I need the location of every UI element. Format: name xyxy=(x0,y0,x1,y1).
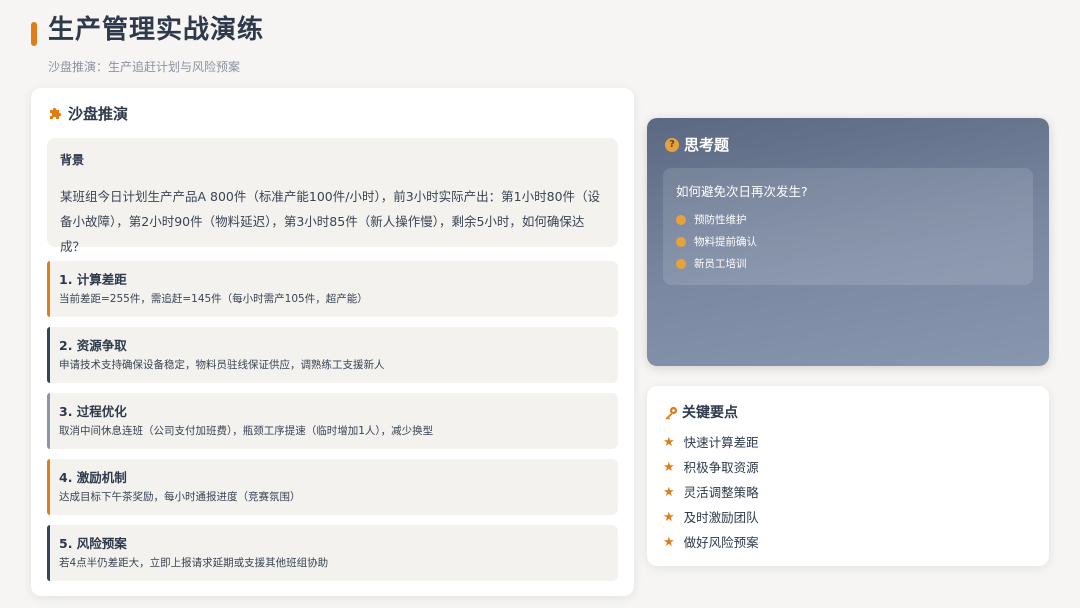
list-item: ★ 快速计算差距 xyxy=(663,430,759,455)
step-item: 4. 激励机制 达成目标下午茶奖励，每小时通报进度（竞赛氛围） xyxy=(47,459,618,515)
list-item: ★ 及时激励团队 xyxy=(663,505,759,530)
thinking-list: 预防性维护 物料提前确认 新员工培训 xyxy=(676,209,1021,275)
key-points-card: 关键要点 ★ 快速计算差距 ★ 积极争取资源 ★ 灵活调整策略 ★ 及时激励团队 ★ 做好… xyxy=(647,386,1049,566)
step-list: 1. 计算差距 当前差距=255件，需追赶=145件（每小时需产105件，超产能… xyxy=(47,261,618,591)
thinking-card: ? 思考题 如何避免次日再次发生? 预防性维护 物料提前确认 新员工培训 xyxy=(647,118,1049,366)
background-text: 某班组今日计划生产产品A 800件（标准产能100件/小时），前3小时实际产出：… xyxy=(60,189,601,254)
list-item-label: 预防性维护 xyxy=(694,214,747,226)
list-item-label: 积极争取资源 xyxy=(683,460,759,475)
thinking-box: 如何避免次日再次发生? 预防性维护 物料提前确认 新员工培训 xyxy=(663,168,1033,285)
list-item-label: 及时激励团队 xyxy=(683,510,759,525)
step-item: 3. 过程优化 取消中间休息连班（公司支付加班费），瓶颈工序提速（临时增加1人）… xyxy=(47,393,618,449)
step-title: 1. 计算差距 xyxy=(59,272,127,287)
title-accent-bar xyxy=(31,22,37,46)
star-icon: ★ xyxy=(663,485,675,500)
list-item: 物料提前确认 xyxy=(676,231,1021,253)
bullet-dot-icon xyxy=(676,215,686,225)
star-icon: ★ xyxy=(663,460,675,475)
step-desc: 当前差距=255件，需追赶=145件（每小时需产105件，超产能） xyxy=(59,293,368,305)
list-item-label: 物料提前确认 xyxy=(694,236,757,248)
list-item: 预防性维护 xyxy=(676,209,1021,231)
sandbox-heading: 沙盘推演 xyxy=(48,104,128,124)
question-circle-icon: ? xyxy=(665,138,679,152)
list-item-label: 快速计算差距 xyxy=(683,435,759,450)
list-item: 新员工培训 xyxy=(676,253,1021,275)
step-title: 4. 激励机制 xyxy=(59,470,127,485)
step-desc: 若4点半仍差距大，立即上报请求延期或支援其他班组协助 xyxy=(59,557,329,569)
sandbox-card: 沙盘推演 背景 某班组今日计划生产产品A 800件（标准产能100件/小时），前… xyxy=(31,88,634,596)
step-desc: 达成目标下午茶奖励，每小时通报进度（竞赛氛围） xyxy=(59,491,301,503)
step-item: 2. 资源争取 申请技术支持确保设备稳定，物料员驻线保证供应，调熟练工支援新人 xyxy=(47,327,618,383)
step-desc: 取消中间休息连班（公司支付加班费），瓶颈工序提速（临时增加1人），减少换型 xyxy=(59,425,434,437)
thinking-question: 如何避免次日再次发生? xyxy=(676,184,808,199)
bullet-dot-icon xyxy=(676,259,686,269)
key-icon xyxy=(663,405,679,421)
key-points-heading-text: 关键要点 xyxy=(682,405,738,421)
list-item-label: 做好风险预案 xyxy=(683,535,759,550)
list-item: ★ 积极争取资源 xyxy=(663,455,759,480)
bullet-dot-icon xyxy=(676,237,686,247)
key-points-heading: 关键要点 xyxy=(663,403,738,423)
puzzle-icon xyxy=(48,106,64,122)
list-item: ★ 灵活调整策略 xyxy=(663,480,759,505)
background-box: 背景 某班组今日计划生产产品A 800件（标准产能100件/小时），前3小时实际… xyxy=(47,138,618,254)
list-item-label: 灵活调整策略 xyxy=(683,485,759,500)
sandbox-heading-text: 沙盘推演 xyxy=(68,105,129,123)
list-item-label: 新员工培训 xyxy=(694,258,747,270)
step-title: 2. 资源争取 xyxy=(59,338,127,353)
key-points-list: ★ 快速计算差距 ★ 积极争取资源 ★ 灵活调整策略 ★ 及时激励团队 ★ 做好风险预案 xyxy=(663,430,759,555)
page-subtitle: 沙盘推演：生产追赶计划与风险预案 xyxy=(48,60,241,74)
step-title: 3. 过程优化 xyxy=(59,404,127,419)
star-icon: ★ xyxy=(663,535,675,550)
step-desc: 申请技术支持确保设备稳定，物料员驻线保证供应，调熟练工支援新人 xyxy=(59,359,385,371)
background-title: 背景 xyxy=(60,153,85,167)
thinking-heading-text: 思考题 xyxy=(684,136,730,154)
list-item: ★ 做好风险预案 xyxy=(663,530,759,555)
step-item: 1. 计算差距 当前差距=255件，需追赶=145件（每小时需产105件，超产能… xyxy=(47,261,618,317)
step-item: 5. 风险预案 若4点半仍差距大，立即上报请求延期或支援其他班组协助 xyxy=(47,525,618,581)
thinking-heading: ? 思考题 xyxy=(665,135,729,155)
page-title: 生产管理实战演练 xyxy=(48,15,265,45)
step-title: 5. 风险预案 xyxy=(59,536,127,551)
star-icon: ★ xyxy=(663,435,675,450)
star-icon: ★ xyxy=(663,510,675,525)
